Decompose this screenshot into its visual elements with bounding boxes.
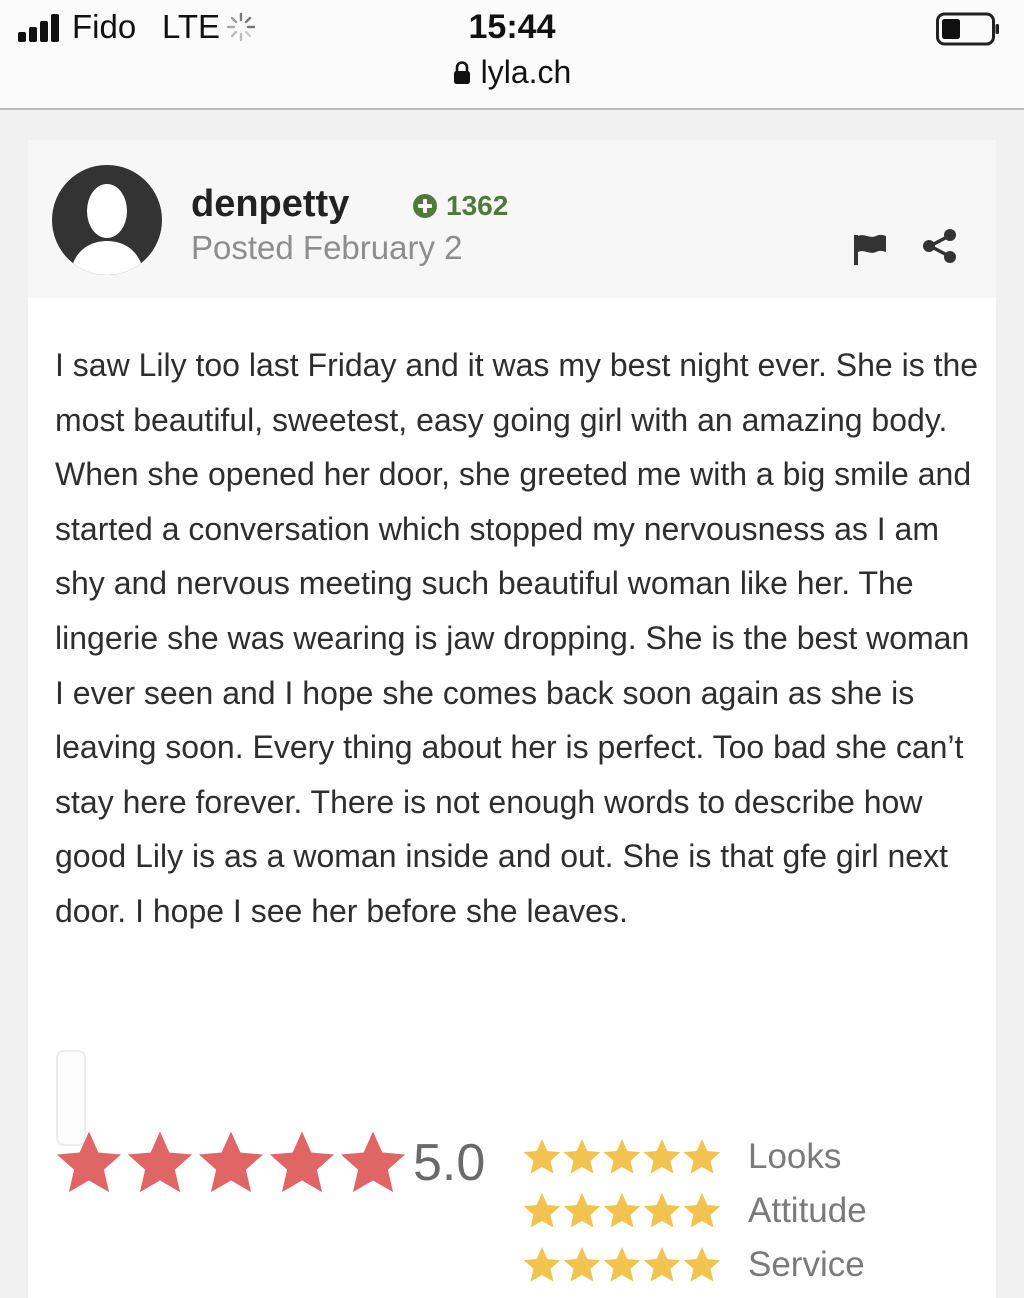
category-rating-row: Looks <box>522 1130 867 1184</box>
category-label: Service <box>748 1245 865 1284</box>
plus-circle-icon <box>413 194 437 218</box>
overall-star-icon <box>340 1131 406 1193</box>
category-star-icon <box>603 1193 641 1228</box>
category-rating-row: Service <box>522 1238 867 1292</box>
category-star-icon <box>683 1247 721 1282</box>
ios-status-bar: Fido LTE 15:44 lyla.ch <box>0 0 1024 110</box>
category-star-icon <box>603 1139 641 1174</box>
category-star-icon <box>643 1139 681 1174</box>
category-stars <box>522 1137 748 1177</box>
category-stars <box>522 1191 748 1231</box>
overall-star-icon <box>127 1131 193 1193</box>
share-icon[interactable] <box>922 228 958 264</box>
overall-star-icon <box>198 1131 264 1193</box>
overall-rating: 5.0 <box>54 1128 485 1198</box>
clock: 15:44 <box>468 8 556 46</box>
category-ratings: Looks Attitude Service <box>522 1130 867 1292</box>
category-label: Attitude <box>748 1191 867 1230</box>
lock-icon <box>453 61 470 84</box>
category-star-icon <box>523 1139 561 1174</box>
category-rating-row: Attitude <box>522 1184 867 1238</box>
avatar[interactable] <box>52 165 162 275</box>
reputation-badge: 1362 <box>412 190 508 222</box>
flag-icon[interactable] <box>852 232 888 266</box>
post-body: I saw Lily too last Friday and it was my… <box>28 298 996 1298</box>
category-star-icon <box>523 1193 561 1228</box>
category-star-icon <box>643 1193 681 1228</box>
address-bar[interactable]: lyla.ch <box>0 54 1024 91</box>
category-star-icon <box>523 1247 561 1282</box>
reputation-points: 1362 <box>446 190 509 221</box>
category-star-icon <box>683 1193 721 1228</box>
category-stars <box>522 1245 748 1285</box>
battery-icon <box>936 12 999 46</box>
category-label: Looks <box>748 1137 842 1176</box>
category-star-icon <box>603 1247 641 1282</box>
review-text: I saw Lily too last Friday and it was my… <box>55 347 979 929</box>
category-star-icon <box>563 1193 601 1228</box>
overall-star-icon <box>56 1131 122 1193</box>
category-star-icon <box>683 1139 721 1174</box>
category-star-icon <box>563 1139 601 1174</box>
username-link[interactable]: denpetty <box>191 183 349 226</box>
overall-star-icon <box>269 1131 335 1193</box>
category-star-icon <box>643 1247 681 1282</box>
overall-rating-value: 5.0 <box>413 1134 486 1192</box>
category-star-icon <box>563 1247 601 1282</box>
post-date: Posted February 2 <box>191 229 463 266</box>
overall-stars <box>54 1128 409 1198</box>
post-header: denpetty 1362 Posted February 2 <box>28 140 996 298</box>
url-text: lyla.ch <box>480 54 572 90</box>
